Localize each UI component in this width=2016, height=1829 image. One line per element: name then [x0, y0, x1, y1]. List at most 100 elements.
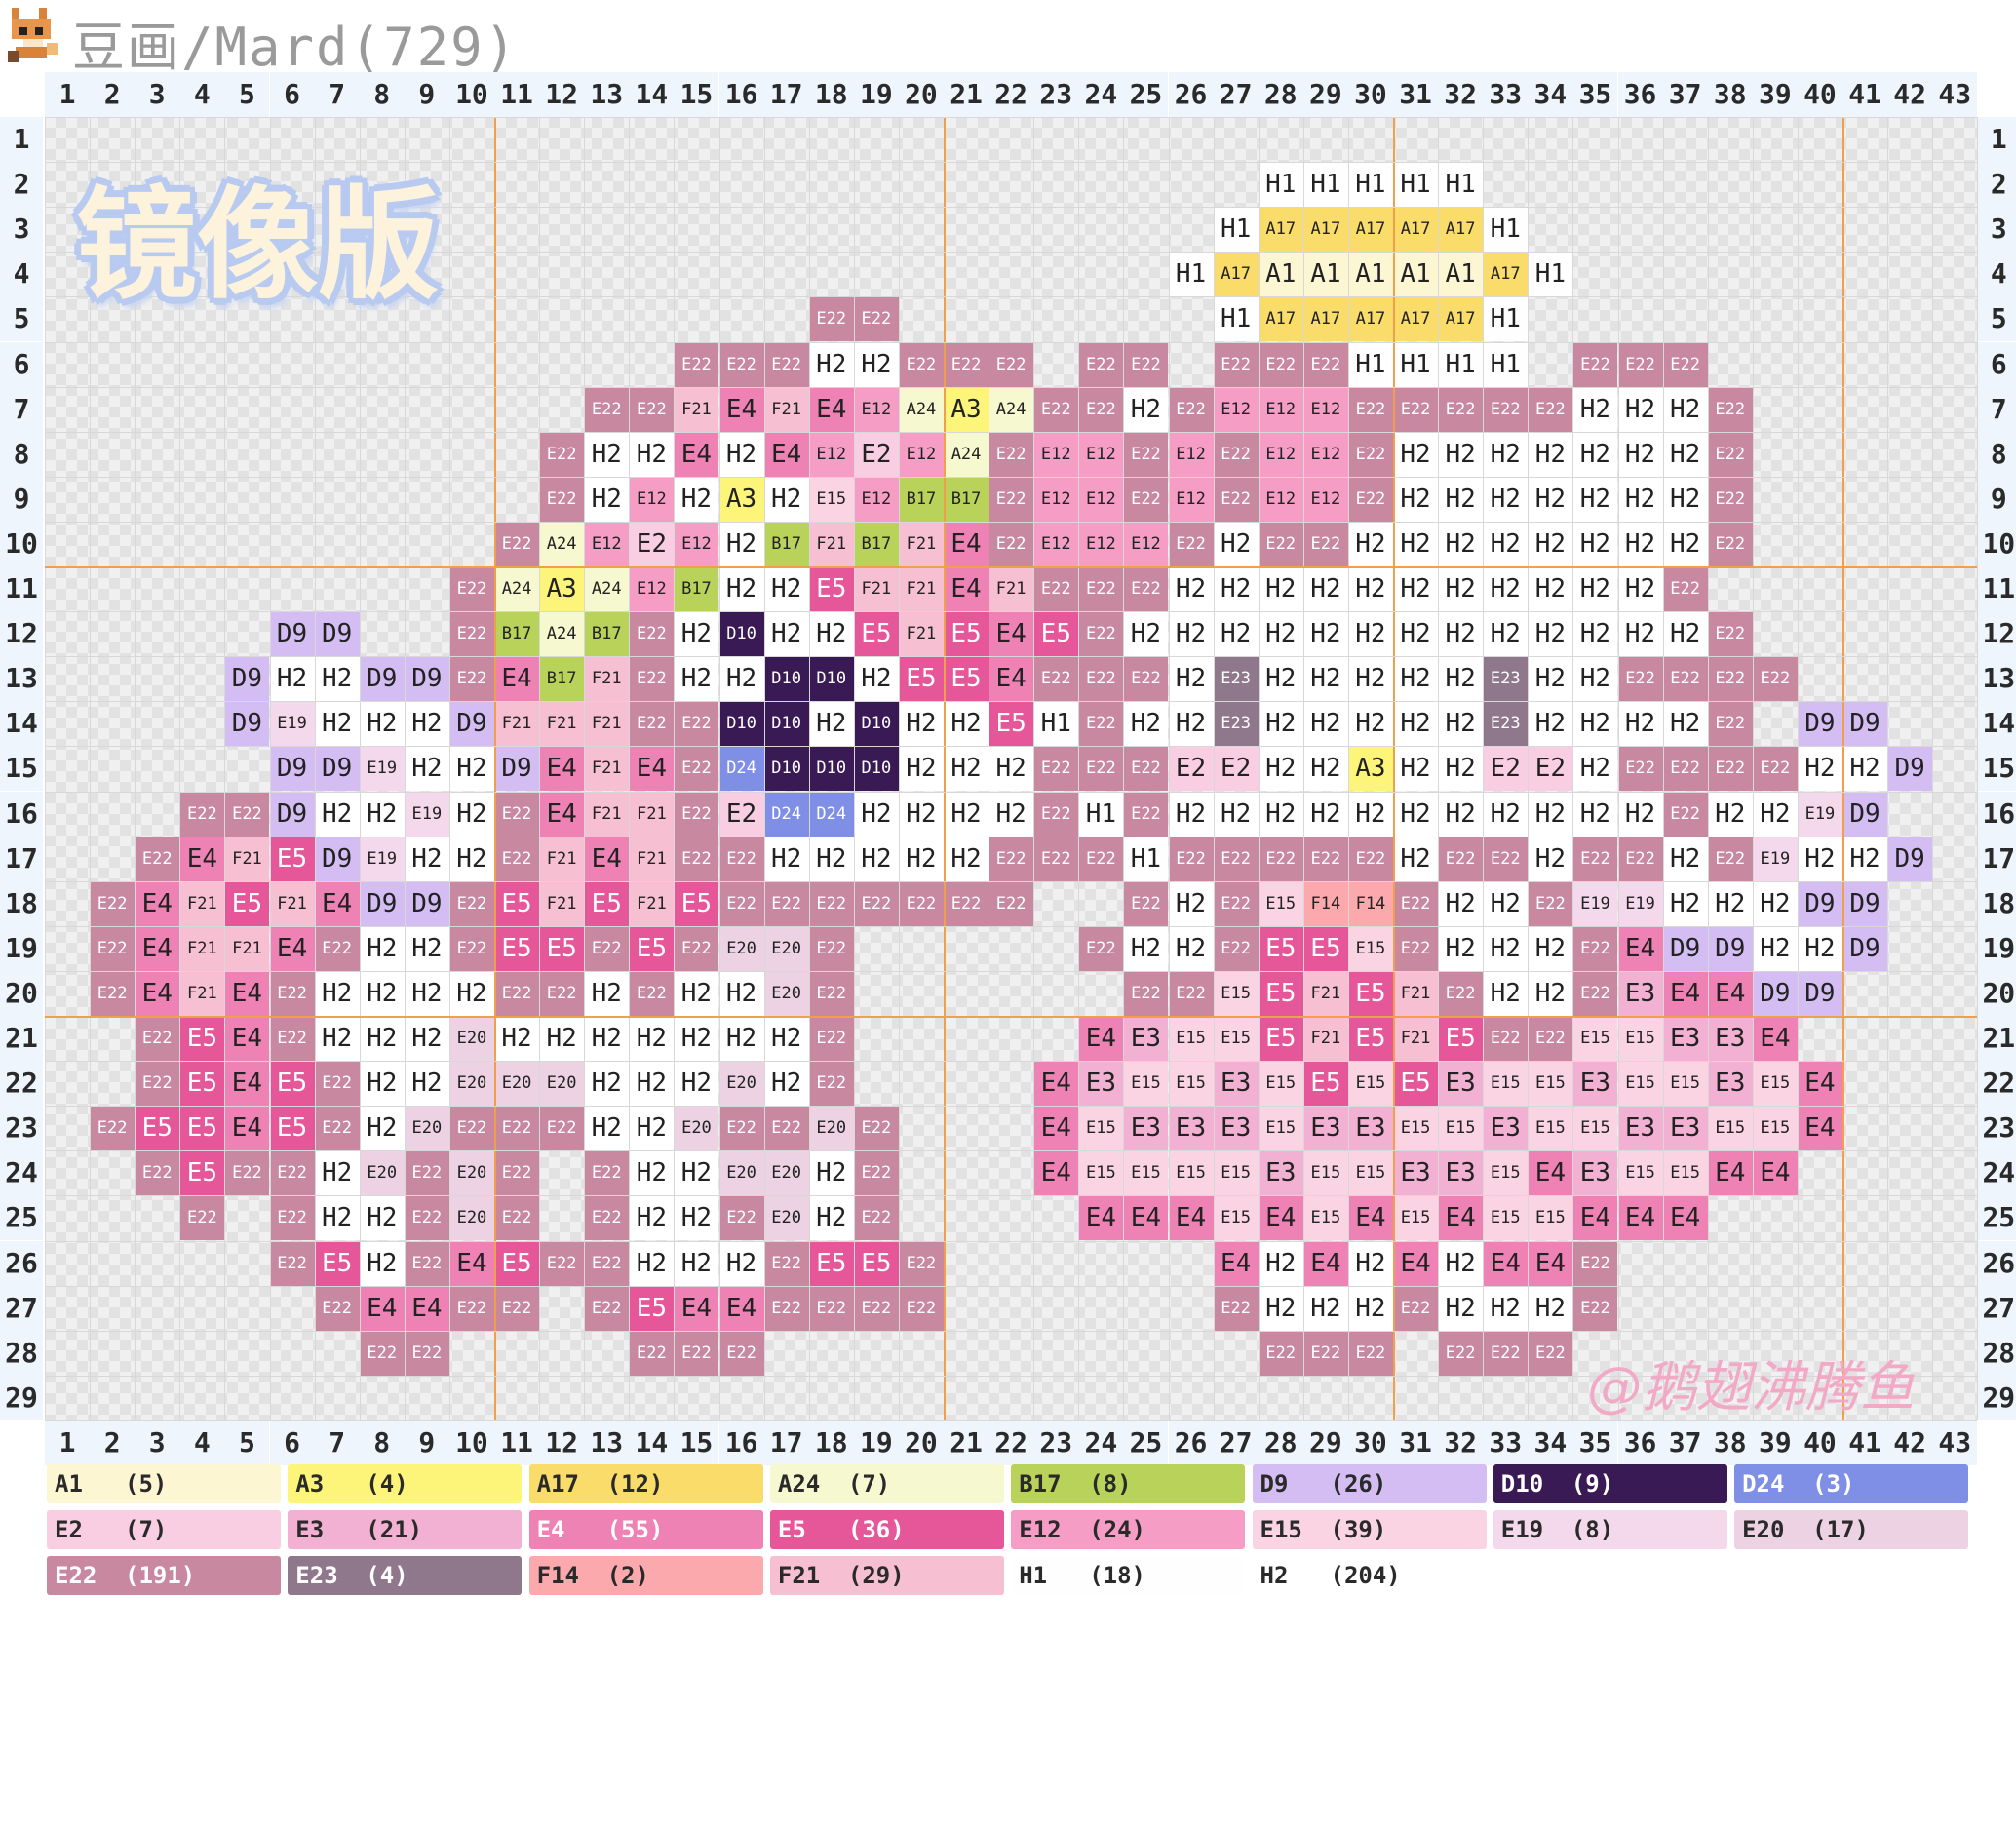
bead-cell[interactable]: H1: [1213, 207, 1259, 253]
bead-cell[interactable]: D9: [448, 701, 494, 747]
bead-cell[interactable]: D9: [314, 836, 360, 881]
bead-cell[interactable]: D10: [808, 656, 854, 702]
bead-cell[interactable]: E22: [629, 970, 675, 1016]
bead-cell[interactable]: E15: [1662, 1150, 1708, 1196]
bead-cell[interactable]: E22: [1258, 836, 1303, 881]
bead-cell[interactable]: E3: [1168, 1106, 1214, 1151]
bead-cell[interactable]: E5: [808, 1240, 854, 1286]
bead-cell[interactable]: H2: [898, 791, 944, 837]
bead-cell[interactable]: E22: [989, 476, 1034, 522]
bead-cell[interactable]: E22: [1123, 431, 1169, 477]
bead-cell[interactable]: H2: [1258, 701, 1303, 747]
bead-cell[interactable]: H1: [1302, 162, 1348, 208]
bead-cell[interactable]: H2: [1347, 701, 1393, 747]
bead-cell[interactable]: H2: [1438, 1240, 1484, 1286]
bead-cell[interactable]: F14: [1302, 880, 1348, 926]
bead-cell[interactable]: E22: [629, 611, 675, 657]
bead-cell[interactable]: E22: [1078, 925, 1124, 971]
bead-cell[interactable]: E22: [494, 1195, 540, 1241]
bead-cell[interactable]: E5: [269, 1106, 315, 1151]
bead-cell[interactable]: E4: [1078, 1195, 1124, 1241]
bead-cell[interactable]: E4: [179, 836, 225, 881]
bead-cell[interactable]: E15: [1483, 1061, 1529, 1107]
bead-cell[interactable]: A17: [1347, 296, 1393, 342]
bead-cell[interactable]: E22: [1078, 746, 1124, 792]
bead-cell[interactable]: E15: [1617, 1016, 1663, 1062]
bead-cell[interactable]: E22: [1393, 1285, 1439, 1331]
bead-cell[interactable]: F21: [853, 566, 899, 612]
bead-cell[interactable]: H2: [1347, 521, 1393, 566]
bead-cell[interactable]: E22: [1617, 341, 1663, 387]
bead-cell[interactable]: E22: [1483, 1330, 1529, 1376]
bead-cell[interactable]: E12: [1078, 431, 1124, 477]
bead-cell[interactable]: E4: [1033, 1150, 1079, 1196]
bead-cell[interactable]: H2: [898, 746, 944, 792]
bead-cell[interactable]: E5: [179, 1106, 225, 1151]
bead-cell[interactable]: E4: [1797, 1061, 1842, 1107]
bead-cell[interactable]: F21: [584, 701, 630, 747]
bead-cell[interactable]: F21: [898, 611, 944, 657]
bead-cell[interactable]: A24: [539, 521, 585, 566]
bead-cell[interactable]: E5: [269, 1061, 315, 1107]
bead-cell[interactable]: H2: [763, 1016, 809, 1062]
bead-cell[interactable]: E15: [1662, 1061, 1708, 1107]
bead-cell[interactable]: H2: [629, 1106, 675, 1151]
bead-cell[interactable]: E4: [1302, 1240, 1348, 1286]
bead-cell[interactable]: E15: [1572, 1106, 1618, 1151]
bead-cell[interactable]: E4: [1258, 1195, 1303, 1241]
bead-cell[interactable]: H1: [1078, 791, 1124, 837]
bead-cell[interactable]: H2: [1572, 701, 1618, 747]
bead-cell[interactable]: H2: [989, 746, 1034, 792]
bead-cell[interactable]: H2: [1707, 791, 1753, 837]
bead-cell[interactable]: H1: [1438, 162, 1484, 208]
bead-cell[interactable]: E15: [1258, 1106, 1303, 1151]
bead-cell[interactable]: H2: [314, 1195, 360, 1241]
bead-cell[interactable]: E22: [539, 476, 585, 522]
bead-cell[interactable]: D10: [763, 701, 809, 747]
bead-cell[interactable]: H2: [1302, 701, 1348, 747]
bead-cell[interactable]: E3: [1572, 1150, 1618, 1196]
bead-cell[interactable]: H2: [314, 791, 360, 837]
bead-cell[interactable]: E4: [1707, 1150, 1753, 1196]
bead-cell[interactable]: E15: [1213, 1150, 1259, 1196]
bead-cell[interactable]: E22: [269, 1195, 315, 1241]
bead-cell[interactable]: F21: [539, 836, 585, 881]
bead-cell[interactable]: H2: [1662, 836, 1708, 881]
bead-cell[interactable]: E12: [1302, 431, 1348, 477]
bead-cell[interactable]: E5: [808, 566, 854, 612]
bead-cell[interactable]: E22: [1617, 656, 1663, 702]
bead-cell[interactable]: E5: [179, 1016, 225, 1062]
bead-cell[interactable]: H2: [1528, 476, 1573, 522]
bead-cell[interactable]: H2: [629, 1061, 675, 1107]
bead-cell[interactable]: E22: [359, 1330, 405, 1376]
bead-cell[interactable]: H2: [1258, 1240, 1303, 1286]
bead-cell[interactable]: D10: [718, 701, 764, 747]
bead-cell[interactable]: E22: [944, 880, 989, 926]
bead-cell[interactable]: H2: [1347, 791, 1393, 837]
bead-cell[interactable]: E4: [1033, 1106, 1079, 1151]
bead-cell[interactable]: E5: [314, 1240, 360, 1286]
bead-cell[interactable]: H2: [853, 656, 899, 702]
bead-cell[interactable]: E4: [674, 431, 719, 477]
bead-cell[interactable]: H2: [629, 1195, 675, 1241]
bead-cell[interactable]: E22: [1078, 611, 1124, 657]
bead-cell[interactable]: E22: [404, 1150, 449, 1196]
bead-cell[interactable]: E22: [494, 970, 540, 1016]
bead-cell[interactable]: A3: [944, 386, 989, 432]
bead-cell[interactable]: E22: [314, 1061, 360, 1107]
bead-cell[interactable]: H2: [1662, 701, 1708, 747]
bead-cell[interactable]: E4: [135, 925, 180, 971]
bead-cell[interactable]: E22: [763, 1240, 809, 1286]
bead-cell[interactable]: E3: [1258, 1150, 1303, 1196]
bead-cell[interactable]: H2: [404, 701, 449, 747]
bead-cell[interactable]: E22: [179, 1195, 225, 1241]
bead-cell[interactable]: H2: [584, 970, 630, 1016]
bead-cell[interactable]: H2: [898, 836, 944, 881]
bead-cell[interactable]: E22: [1258, 521, 1303, 566]
bead-cell[interactable]: A24: [989, 386, 1034, 432]
bead-cell[interactable]: E22: [1528, 386, 1573, 432]
bead-cell[interactable]: H2: [763, 476, 809, 522]
bead-cell[interactable]: H2: [1438, 431, 1484, 477]
bead-cell[interactable]: E12: [1302, 476, 1348, 522]
bead-cell[interactable]: H2: [584, 1061, 630, 1107]
